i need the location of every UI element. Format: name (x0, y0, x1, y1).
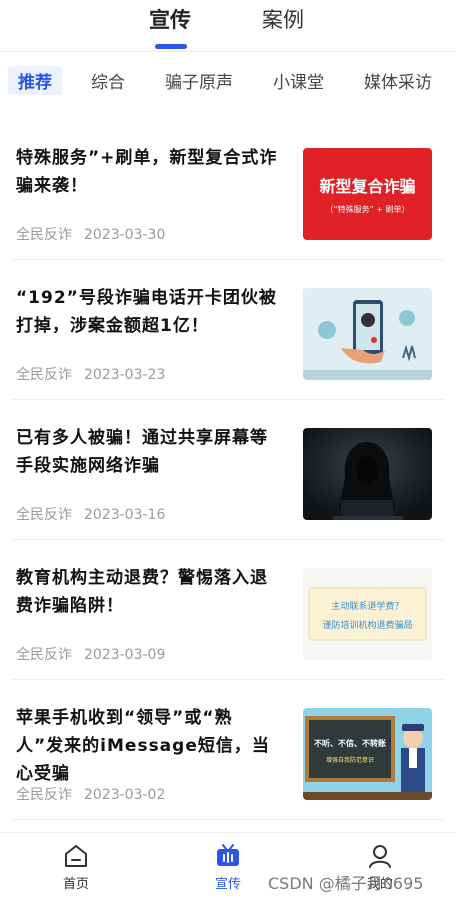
home-icon (65, 845, 87, 867)
article-date: 2023-03-30 (84, 227, 166, 243)
article-source: 全民反诈 (16, 787, 72, 803)
nav-xuanchuan[interactable]: 宣传 (188, 843, 268, 892)
article-meta: 全民反诈 2023-03-23 (16, 364, 165, 384)
article-title[interactable]: “192”号段诈骗电话开卡团伙被打掉，涉案金额超1亿！ (16, 284, 278, 340)
article-source: 全民反诈 (16, 647, 72, 663)
article-meta: 全民反诈 2023-03-09 (16, 644, 165, 664)
thumb-headline: 新型复合诈骗 (319, 177, 415, 196)
article-source: 全民反诈 (16, 367, 72, 383)
hooded-hacker-photo (303, 428, 432, 520)
thumb-line1: 主动联系退学费？ (331, 600, 403, 612)
article-title[interactable]: 苹果手机收到“领导”或“熟人”发来的iMessage短信，当心受骗 (16, 704, 278, 788)
article-meta: 全民反诈 2023-03-16 (16, 504, 165, 524)
article-source: 全民反诈 (16, 507, 72, 523)
article-thumbnail[interactable]: 主动联系退学费？ 谨防培训机构退费骗局 (303, 568, 432, 660)
broadcast-icon (217, 844, 239, 866)
article-date: 2023-03-23 (84, 367, 166, 383)
list-item[interactable]: 教育机构主动退费？警惕落入退费诈骗陷阱！ 全民反诈 2023-03-09 主动联系… (0, 540, 456, 680)
list-item[interactable]: “192”号段诈骗电话开卡团伙被打掉，涉案金额超1亿！ 全民反诈 2023-03-… (0, 260, 456, 400)
article-title[interactable]: 教育机构主动退费？警惕落入退费诈骗陷阱！ (16, 564, 278, 620)
watermark: CSDN @橘子月0695 (268, 874, 424, 893)
divider (12, 819, 444, 820)
tab-xuanchuan[interactable]: 宣传 (149, 4, 191, 34)
article-thumbnail[interactable]: 新型复合诈骗 （“特殊服务” + 刷单） (303, 148, 432, 240)
list-item[interactable]: 已有多人被骗！通过共享屏幕等手段实施网络诈骗 全民反诈 2023-03-16 (0, 400, 456, 540)
article-thumbnail[interactable] (303, 428, 432, 520)
article-meta: 全民反诈 2023-03-30 (16, 224, 165, 244)
category-zonghe[interactable]: 综合 (91, 68, 125, 93)
list-item[interactable]: 特殊服务”+刷单，新型复合式诈骗来袭！ 全民反诈 2023-03-30 新型复合诈… (0, 120, 456, 260)
article-source: 全民反诈 (16, 227, 72, 243)
category-pianzi-yuansheng[interactable]: 骗子原声 (165, 68, 233, 93)
article-meta: 全民反诈 2023-03-02 (16, 784, 165, 804)
tab-anli[interactable]: 案例 (262, 4, 304, 34)
article-date: 2023-03-16 (84, 507, 166, 523)
article-thumbnail[interactable]: 不听、不信、不转账 增强自我防范意识 (303, 708, 432, 800)
top-tab-bar: 宣传 案例 (0, 0, 456, 52)
article-date: 2023-03-09 (84, 647, 166, 663)
list-item[interactable]: 苹果手机收到“领导”或“熟人”发来的iMessage短信，当心受骗 全民反诈 20… (0, 680, 456, 820)
thumb-line2: 谨防培训机构退费骗局 (322, 619, 412, 631)
article-title[interactable]: 特殊服务”+刷单，新型复合式诈骗来袭！ (16, 144, 278, 200)
category-meiti-caifang[interactable]: 媒体采访 (364, 68, 432, 93)
nav-xuanchuan-label: 宣传 (214, 877, 241, 892)
article-date: 2023-03-02 (84, 787, 166, 803)
thumb-line2: 增强自我防范意识 (326, 756, 374, 764)
article-title[interactable]: 已有多人被骗！通过共享屏幕等手段实施网络诈骗 (16, 424, 278, 480)
thumb-line1: 不听、不信、不转账 (314, 738, 386, 748)
thumb-sub: （“特殊服务” + 刷单） (325, 204, 409, 214)
category-xiaoketang[interactable]: 小课堂 (273, 68, 324, 93)
category-bar: 推荐 综合 骗子原声 小课堂 媒体采访 (0, 62, 456, 100)
user-icon (369, 845, 391, 868)
article-thumbnail[interactable] (303, 288, 432, 380)
nav-home-label: 首页 (62, 877, 89, 892)
nav-home[interactable]: 首页 (36, 843, 116, 892)
active-tab-indicator (155, 44, 187, 49)
category-tuijian[interactable]: 推荐 (8, 66, 62, 95)
phone-scam-illustration (303, 288, 432, 380)
